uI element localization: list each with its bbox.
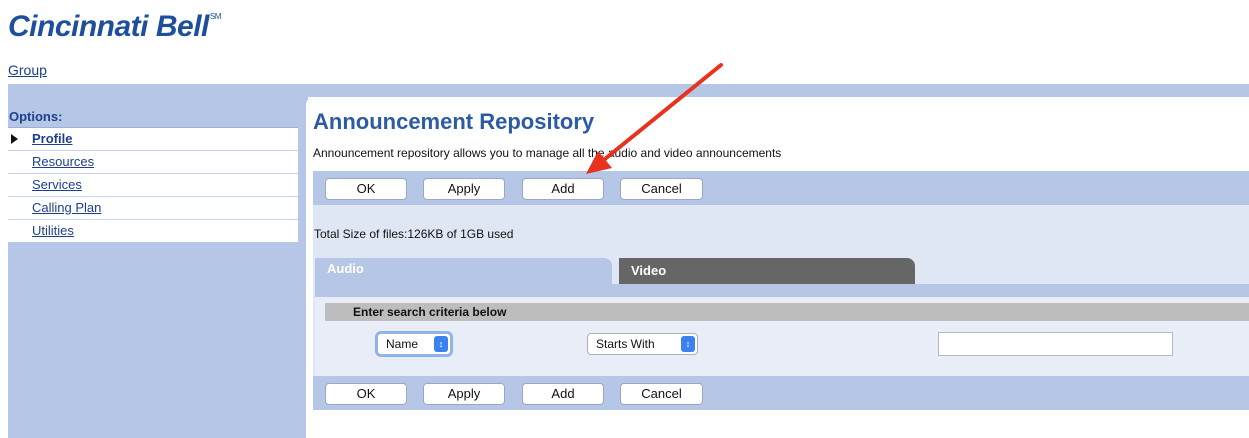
search-field-value: Name — [386, 337, 419, 351]
total-size-text: Total Size of files:126KB of 1GB used — [314, 227, 514, 241]
sidebar-item-label: Calling Plan — [32, 200, 102, 215]
sidebar: Options: Profile Resources Services Call… — [8, 97, 298, 438]
sidebar-item-label: Services — [32, 177, 82, 192]
page-description: Announcement repository allows you to ma… — [313, 146, 782, 160]
main-panel: Announcement Repository Announcement rep… — [298, 97, 1249, 438]
cancel-button[interactable]: Cancel — [620, 383, 703, 405]
sidebar-item-services[interactable]: Services — [8, 173, 298, 196]
main-content: Announcement Repository Announcement rep… — [306, 97, 1249, 438]
ok-button[interactable]: OK — [325, 178, 407, 200]
search-panel: Enter search criteria below Name ↕ Start… — [315, 297, 1249, 376]
sidebar-item-resources[interactable]: Resources — [8, 150, 298, 173]
sidebar-item-label: Profile — [32, 131, 73, 146]
top-band — [8, 84, 1249, 97]
group-link[interactable]: Group — [8, 62, 47, 78]
add-button[interactable]: Add — [522, 383, 604, 405]
search-field-select[interactable]: Name ↕ — [377, 333, 451, 355]
tab-video[interactable]: Video — [619, 258, 915, 284]
add-button[interactable]: Add — [522, 178, 604, 200]
tab-strip — [315, 284, 1249, 297]
options-menu: Profile Resources Services Calling Plan … — [8, 127, 298, 242]
bottom-button-bar: OK Apply Add Cancel — [313, 376, 1249, 410]
sidebar-item-label: Resources — [32, 154, 95, 169]
select-stepper-icon: ↕ — [434, 336, 448, 352]
content-area: Total Size of files:126KB of 1GB used Au… — [313, 205, 1249, 376]
search-mode-value: Starts With — [596, 337, 655, 351]
current-item-arrow-icon — [11, 134, 18, 144]
page: Cincinnati BellSM Group Options: Profile… — [0, 0, 1249, 438]
search-criteria-header: Enter search criteria below — [325, 303, 1249, 321]
sidebar-item-label: Utilities — [32, 223, 74, 238]
sidebar-item-utilities[interactable]: Utilities — [8, 219, 298, 242]
apply-button[interactable]: Apply — [423, 178, 505, 200]
sidebar-item-calling-plan[interactable]: Calling Plan — [8, 196, 298, 219]
sidebar-item-profile[interactable]: Profile — [8, 127, 298, 150]
cincinnati-bell-logo: Cincinnati BellSM — [8, 10, 221, 43]
search-value-input[interactable] — [938, 332, 1173, 356]
search-mode-select[interactable]: Starts With ↕ — [587, 333, 698, 355]
options-heading: Options: — [9, 109, 63, 124]
select-stepper-icon: ↕ — [681, 336, 695, 352]
ok-button[interactable]: OK — [325, 383, 407, 405]
cancel-button[interactable]: Cancel — [620, 178, 703, 200]
top-button-bar: OK Apply Add Cancel — [313, 171, 1249, 205]
page-title: Announcement Repository — [313, 109, 595, 134]
apply-button[interactable]: Apply — [423, 383, 505, 405]
